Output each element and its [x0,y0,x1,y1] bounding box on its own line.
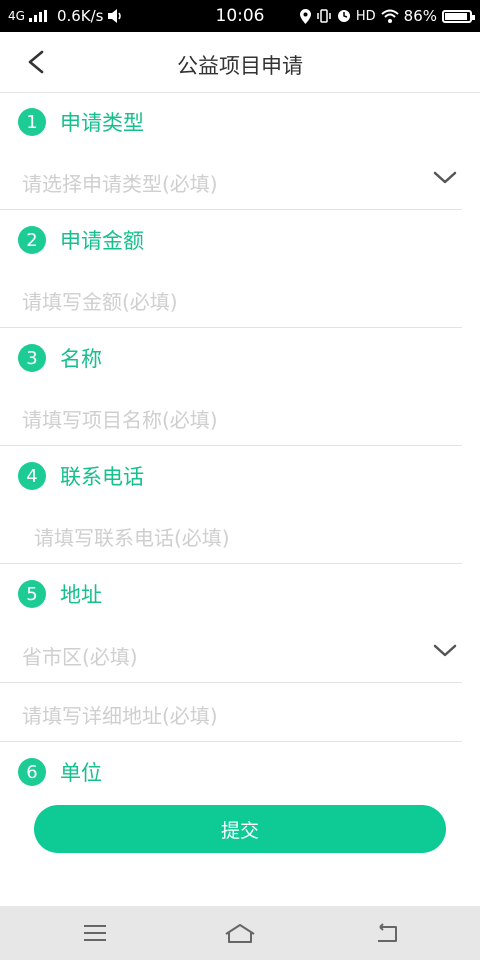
apply-type-select[interactable]: 请选择申请类型(必填) [0,152,480,210]
phone-input[interactable]: 请填写联系电话(必填) [0,506,480,564]
header-bar: 公益项目申请 [0,32,480,93]
back-icon[interactable] [372,918,402,948]
section-label: 名称 [60,347,102,371]
vibrate-icon [317,9,331,23]
section-label: 单位 [60,761,102,785]
home-icon[interactable] [222,918,258,948]
battery-percent: 86% [403,7,437,25]
section-amount: 2 申请金额 [18,218,144,262]
divider [0,682,462,683]
section-label: 申请金额 [60,229,144,253]
field-placeholder: 请选择申请类型(必填) [22,172,218,196]
section-address: 5 地址 [18,572,102,616]
status-bar: 4G 0.6K/s 10:06 HD 86% [0,0,480,32]
amount-input[interactable]: 请填写金额(必填) [0,270,480,328]
battery-icon [442,9,475,23]
step-number-badge: 1 [18,108,46,136]
field-placeholder: 请填写联系电话(必填) [34,526,230,550]
section-label: 申请类型 [60,111,144,135]
field-placeholder: 请填写详细地址(必填) [22,704,218,728]
section-phone: 4 联系电话 [18,454,144,498]
step-number-badge: 2 [18,226,46,254]
submit-button[interactable]: 提交 [34,805,446,853]
system-nav-bar [0,906,480,960]
divider [0,741,462,742]
menu-icon[interactable] [80,918,110,948]
divider [0,445,462,446]
page-title: 公益项目申请 [177,54,303,78]
field-placeholder: 请填写金额(必填) [22,290,178,314]
section-unit: 6 单位 [18,750,102,794]
section-name: 3 名称 [18,336,102,380]
divider [0,209,462,210]
section-label: 地址 [60,583,102,607]
region-select[interactable]: 省市区(必填) [0,625,480,683]
location-icon [299,8,311,24]
chevron-down-icon [433,171,457,184]
divider [0,563,462,564]
status-right: HD 86% [299,7,475,25]
step-number-badge: 5 [18,580,46,608]
address-detail-input[interactable]: 请填写详细地址(必填) [0,684,480,742]
alarm-icon [337,10,350,22]
section-apply-type: 1 申请类型 [18,100,144,144]
wifi-icon [380,9,399,23]
divider [0,327,462,328]
chevron-down-icon [433,644,457,657]
hd-label: HD [355,8,376,24]
project-name-input[interactable]: 请填写项目名称(必填) [0,388,480,446]
field-placeholder: 省市区(必填) [22,645,138,669]
field-placeholder: 请填写项目名称(必填) [22,408,218,432]
section-label: 联系电话 [60,465,144,489]
step-number-badge: 6 [18,758,46,786]
step-number-badge: 3 [18,344,46,372]
step-number-badge: 4 [18,462,46,490]
